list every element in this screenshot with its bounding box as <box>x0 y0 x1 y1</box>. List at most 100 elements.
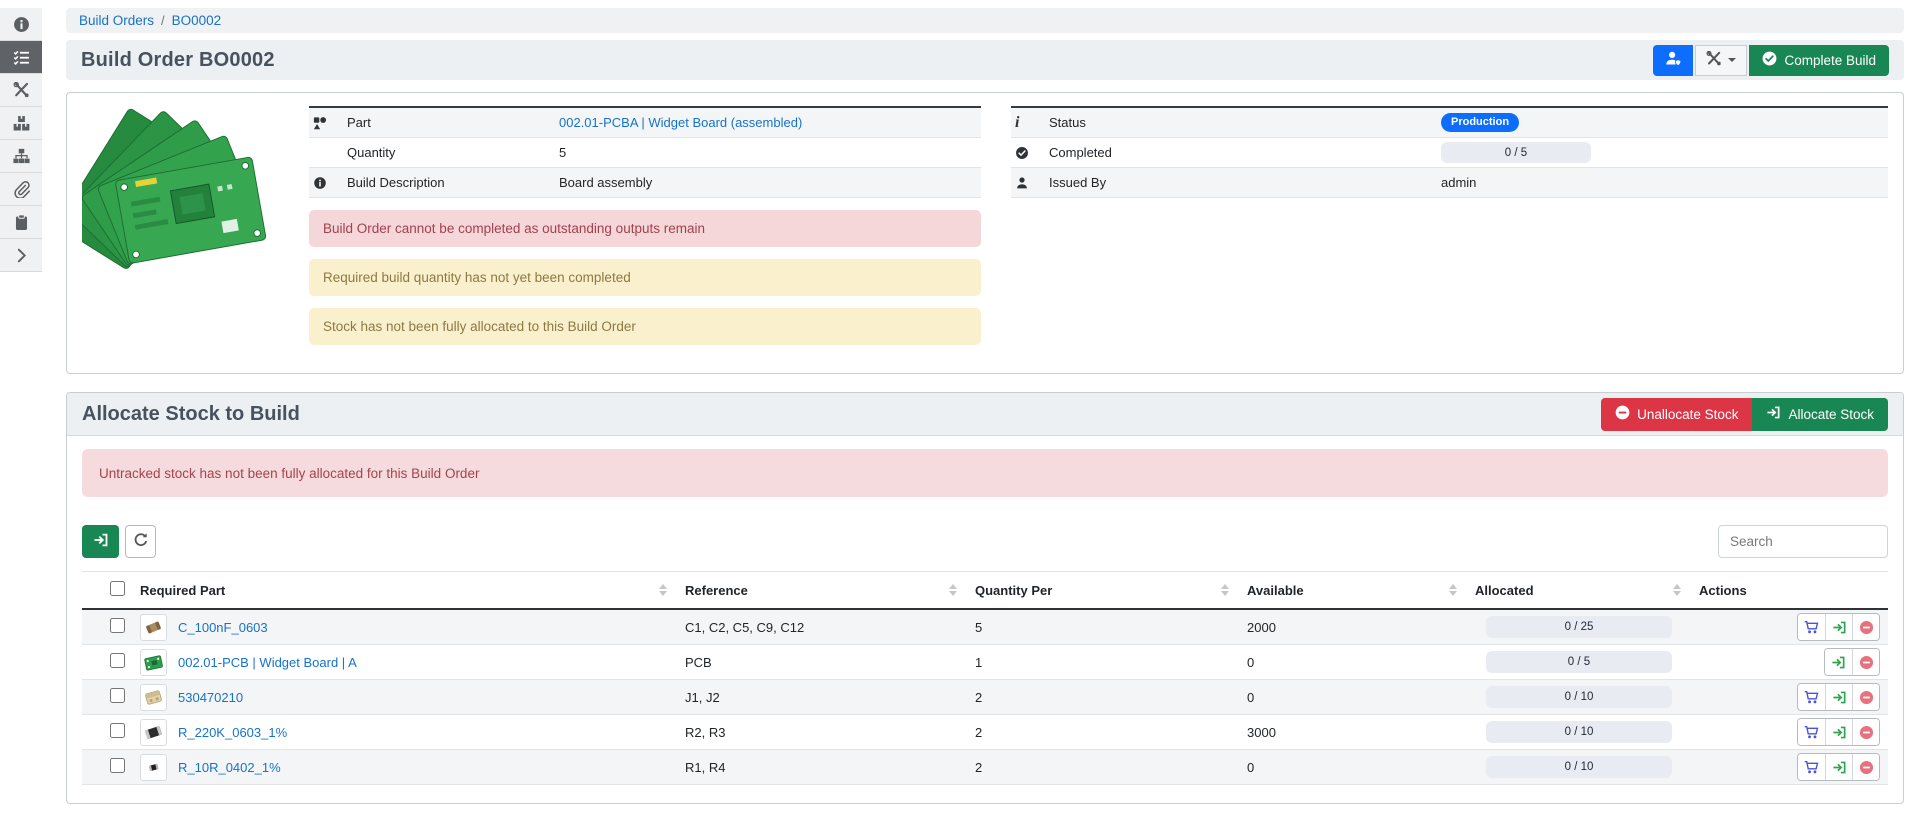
build-actions-dropdown[interactable] <box>1695 45 1747 76</box>
shapes-icon <box>313 116 347 130</box>
sidebar-item-boxes[interactable] <box>0 107 42 140</box>
issued-by-row: Issued By admin <box>1011 168 1888 198</box>
available-cell: 0 <box>1239 750 1467 785</box>
row-checkbox[interactable] <box>110 688 125 703</box>
row-actions-group <box>1797 753 1880 781</box>
select-all-checkbox[interactable] <box>110 581 125 596</box>
sign-in-green-icon <box>1832 760 1847 775</box>
complete-build-button[interactable]: Complete Build <box>1749 45 1889 76</box>
column-quantity-per[interactable]: Quantity Per <box>967 572 1239 610</box>
column-required-part[interactable]: Required Part <box>132 572 677 610</box>
unallocate-stock-button[interactable]: Unallocate Stock <box>1601 398 1752 431</box>
row-checkbox[interactable] <box>110 758 125 773</box>
quantity-per-cell: 2 <box>967 750 1239 785</box>
allocate-row-button[interactable] <box>1825 614 1852 640</box>
allocate-row-button[interactable] <box>1825 649 1852 675</box>
checklist-icon <box>13 49 30 66</box>
required-part-link[interactable]: C_100nF_0603 <box>178 620 268 635</box>
part-link[interactable]: 002.01-PCBA | Widget Board (assembled) <box>559 115 802 130</box>
allocate-row-button[interactable] <box>1825 719 1852 745</box>
row-checkbox[interactable] <box>110 723 125 738</box>
breadcrumb-link-bo0002[interactable]: BO0002 <box>172 13 222 28</box>
sidebar-item-tools[interactable] <box>0 74 42 107</box>
cart-icon <box>1804 725 1819 740</box>
remove-allocation-button[interactable] <box>1852 754 1879 780</box>
column-reference[interactable]: Reference <box>677 572 967 610</box>
allocate-stock-button[interactable]: Allocate Stock <box>1752 398 1888 431</box>
sign-in-icon <box>1766 405 1781 423</box>
allocation-progress: 0 / 10 <box>1486 756 1672 778</box>
auto-allocate-button[interactable] <box>82 525 119 558</box>
boxes-icon <box>13 115 30 132</box>
build-details-table: Part 002.01-PCBA | Widget Board (assembl… <box>309 106 981 198</box>
alert-stock-unallocated: Stock has not been fully allocated to th… <box>309 308 981 345</box>
row-detail-cell <box>82 680 102 715</box>
search-input[interactable] <box>1718 525 1888 558</box>
allocation-progress: 0 / 10 <box>1486 686 1672 708</box>
allocated-cell: 0 / 10 <box>1467 680 1691 715</box>
sidebar-expand-button[interactable] <box>0 239 42 272</box>
tools-icon <box>1706 51 1722 70</box>
sitemap-icon <box>13 148 30 165</box>
column-allocated[interactable]: Allocated <box>1467 572 1691 610</box>
actions-cell <box>1691 680 1888 715</box>
minus-circle-icon <box>1615 405 1630 423</box>
refresh-table-button[interactable] <box>125 525 156 558</box>
allocate-row-button[interactable] <box>1825 754 1852 780</box>
build-overview-panel: Part 002.01-PCBA | Widget Board (assembl… <box>66 92 1904 374</box>
remove-allocation-button[interactable] <box>1852 649 1879 675</box>
row-detail-cell <box>82 645 102 680</box>
reference-cell: J1, J2 <box>677 680 967 715</box>
completed-progress: 0 / 5 <box>1441 142 1591 163</box>
buy-stock-button[interactable] <box>1798 614 1825 640</box>
row-checkbox-cell <box>102 680 132 715</box>
build-status-table: i Status Production Completed 0 / 5 Issu… <box>1011 106 1888 198</box>
quantity-per-cell: 5 <box>967 609 1239 645</box>
row-checkbox-cell <box>102 609 132 645</box>
column-available[interactable]: Available <box>1239 572 1467 610</box>
remove-allocation-button[interactable] <box>1852 719 1879 745</box>
row-actions-group <box>1797 718 1880 746</box>
allocate-stock-panel: Allocate Stock to Build Unallocate Stock… <box>66 392 1904 804</box>
allocated-cell: 0 / 25 <box>1467 609 1691 645</box>
sidebar-item-sitemap[interactable] <box>0 140 42 173</box>
sidebar-item-checklist[interactable] <box>0 41 42 74</box>
sort-icon <box>1673 584 1683 596</box>
buy-stock-button[interactable] <box>1798 754 1825 780</box>
sidebar-item-info-circle[interactable] <box>0 8 42 41</box>
actions-cell <box>1691 715 1888 750</box>
sidebar-item-paperclip[interactable] <box>0 173 42 206</box>
part-image <box>82 106 287 357</box>
sign-in-icon <box>93 532 109 551</box>
row-detail-cell <box>82 609 102 645</box>
header-actions: Complete Build <box>1653 45 1889 76</box>
allocate-row-button[interactable] <box>1825 684 1852 710</box>
allocate-section-header: Allocate Stock to Build Unallocate Stock… <box>67 393 1903 436</box>
user-icon <box>1015 176 1049 190</box>
detail-row-quantity: Quantity 5 <box>309 138 981 168</box>
sign-in-green-icon <box>1832 690 1847 705</box>
remove-allocation-button[interactable] <box>1852 684 1879 710</box>
breadcrumb-separator: / <box>161 13 165 28</box>
required-part-link[interactable]: 002.01-PCB | Widget Board | A <box>178 655 357 670</box>
buy-stock-button[interactable] <box>1798 684 1825 710</box>
admin-view-button[interactable] <box>1653 45 1693 76</box>
required-part-link[interactable]: 530470210 <box>178 690 243 705</box>
remove-allocation-button[interactable] <box>1852 614 1879 640</box>
sidebar-item-clipboard[interactable] <box>0 206 42 239</box>
row-actions-group <box>1824 648 1880 676</box>
minus-circle-red-icon <box>1859 760 1874 775</box>
breadcrumb-link-build-orders[interactable]: Build Orders <box>79 13 154 28</box>
required-part-link[interactable]: R_10R_0402_1% <box>178 760 281 775</box>
required-part-cell: 530470210 <box>132 680 677 715</box>
row-checkbox[interactable] <box>110 618 125 633</box>
row-checkbox-cell <box>102 715 132 750</box>
actions-cell <box>1691 750 1888 785</box>
required-part-link[interactable]: R_220K_0603_1% <box>178 725 287 740</box>
buy-stock-button[interactable] <box>1798 719 1825 745</box>
row-checkbox[interactable] <box>110 653 125 668</box>
check-circle-icon <box>1015 146 1049 160</box>
sort-icon <box>659 584 669 596</box>
chevron-right-icon <box>13 247 30 264</box>
chevron-down-icon <box>1728 58 1736 62</box>
